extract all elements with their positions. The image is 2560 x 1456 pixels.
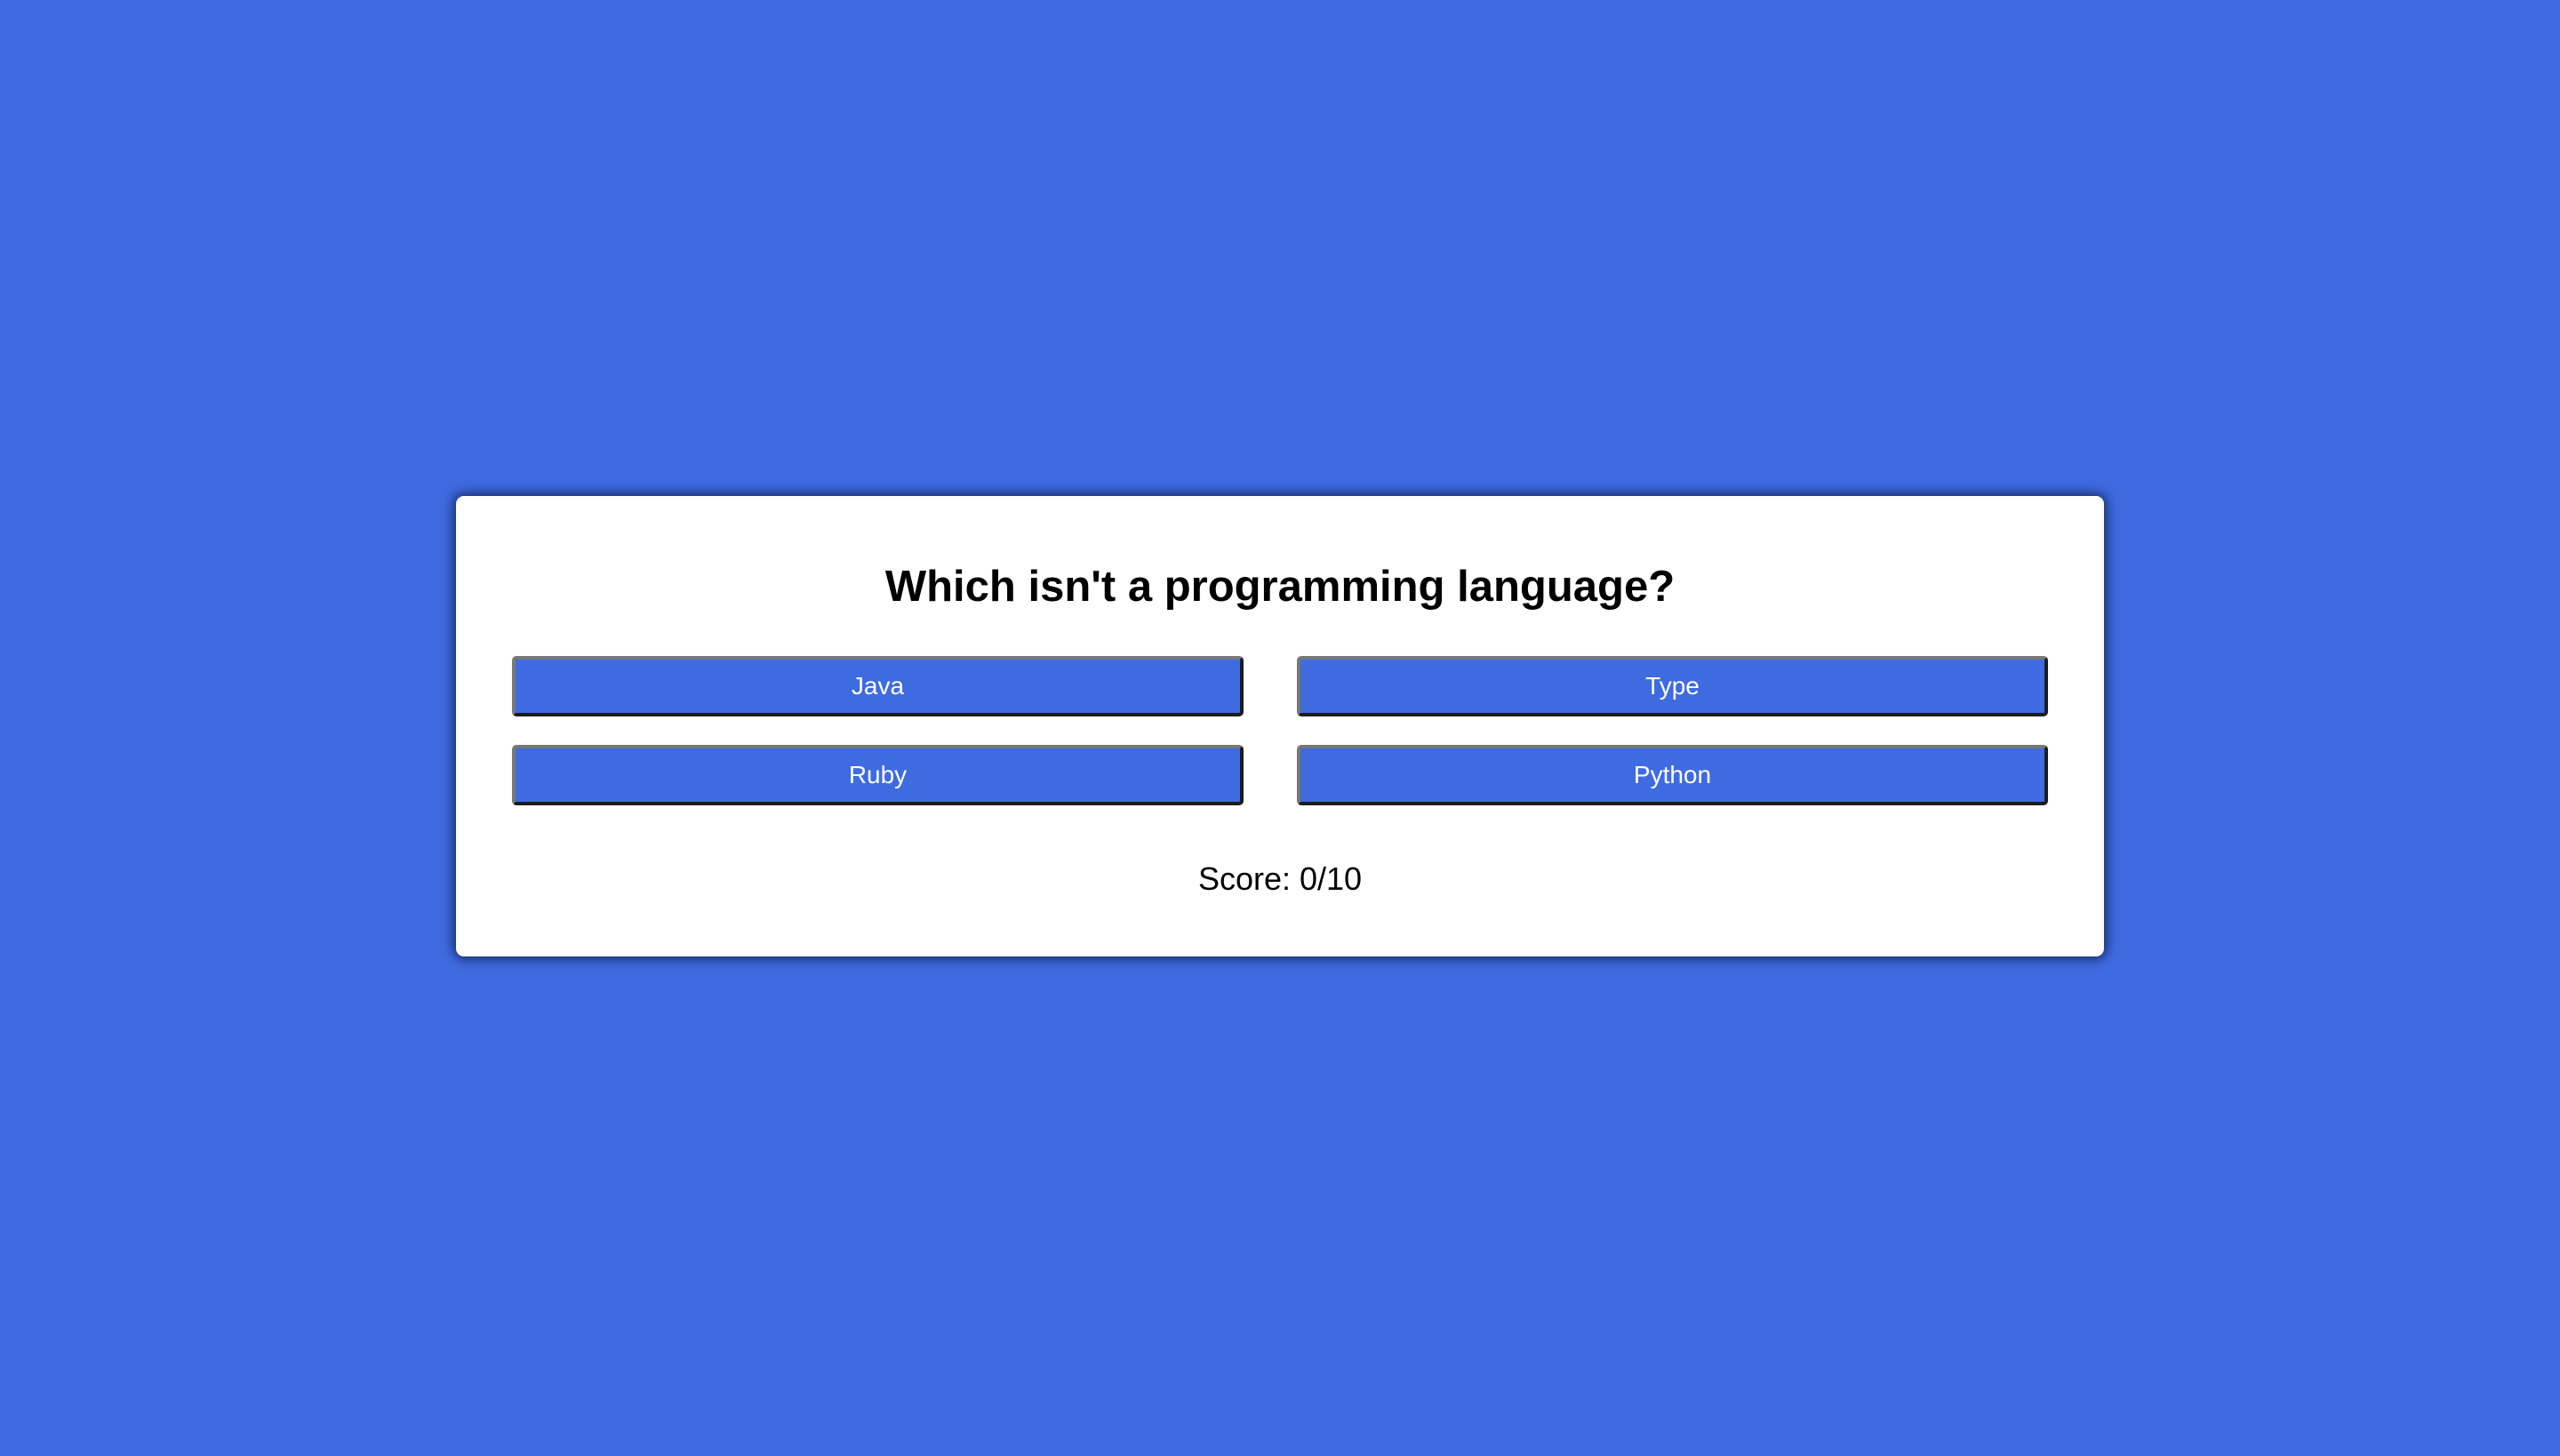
answer-button-python[interactable]: Python <box>1297 745 2048 805</box>
answer-button-ruby[interactable]: Ruby <box>512 745 1244 805</box>
question-title: Which isn't a programming language? <box>884 563 1676 611</box>
quiz-card: Which isn't a programming language? Java… <box>456 496 2104 956</box>
answer-button-type[interactable]: Type <box>1297 656 2048 716</box>
answer-button-java[interactable]: Java <box>512 656 1244 716</box>
score-display: Score: 0/10 <box>1197 860 1363 897</box>
